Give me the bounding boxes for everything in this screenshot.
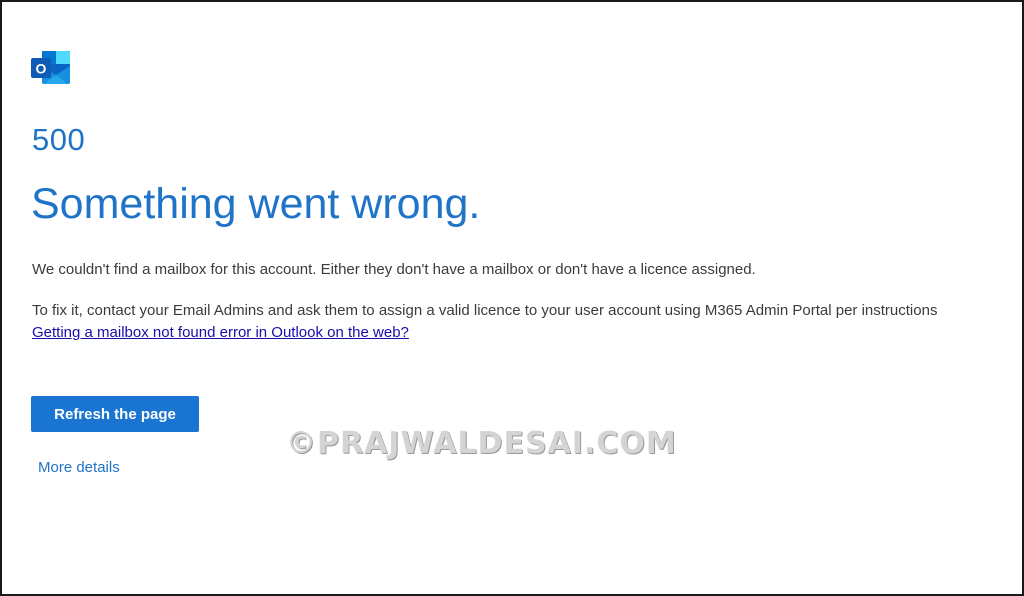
error-code: 500 — [32, 122, 86, 157]
error-page: O 500 Something went wrong. We couldn't … — [0, 0, 1024, 596]
svg-text:O: O — [36, 61, 47, 77]
more-details-link[interactable]: More details — [38, 459, 120, 476]
page-title: Something went wrong. — [31, 180, 481, 228]
watermark: ©PRAJWALDESAI.COM — [286, 426, 677, 461]
help-link[interactable]: Getting a mailbox not found error in Out… — [32, 324, 409, 341]
outlook-logo-icon: O — [31, 51, 70, 84]
error-message: We couldn't find a mailbox for this acco… — [32, 261, 756, 278]
fix-instructions: To fix it, contact your Email Admins and… — [32, 302, 938, 319]
refresh-page-button[interactable]: Refresh the page — [31, 396, 199, 432]
